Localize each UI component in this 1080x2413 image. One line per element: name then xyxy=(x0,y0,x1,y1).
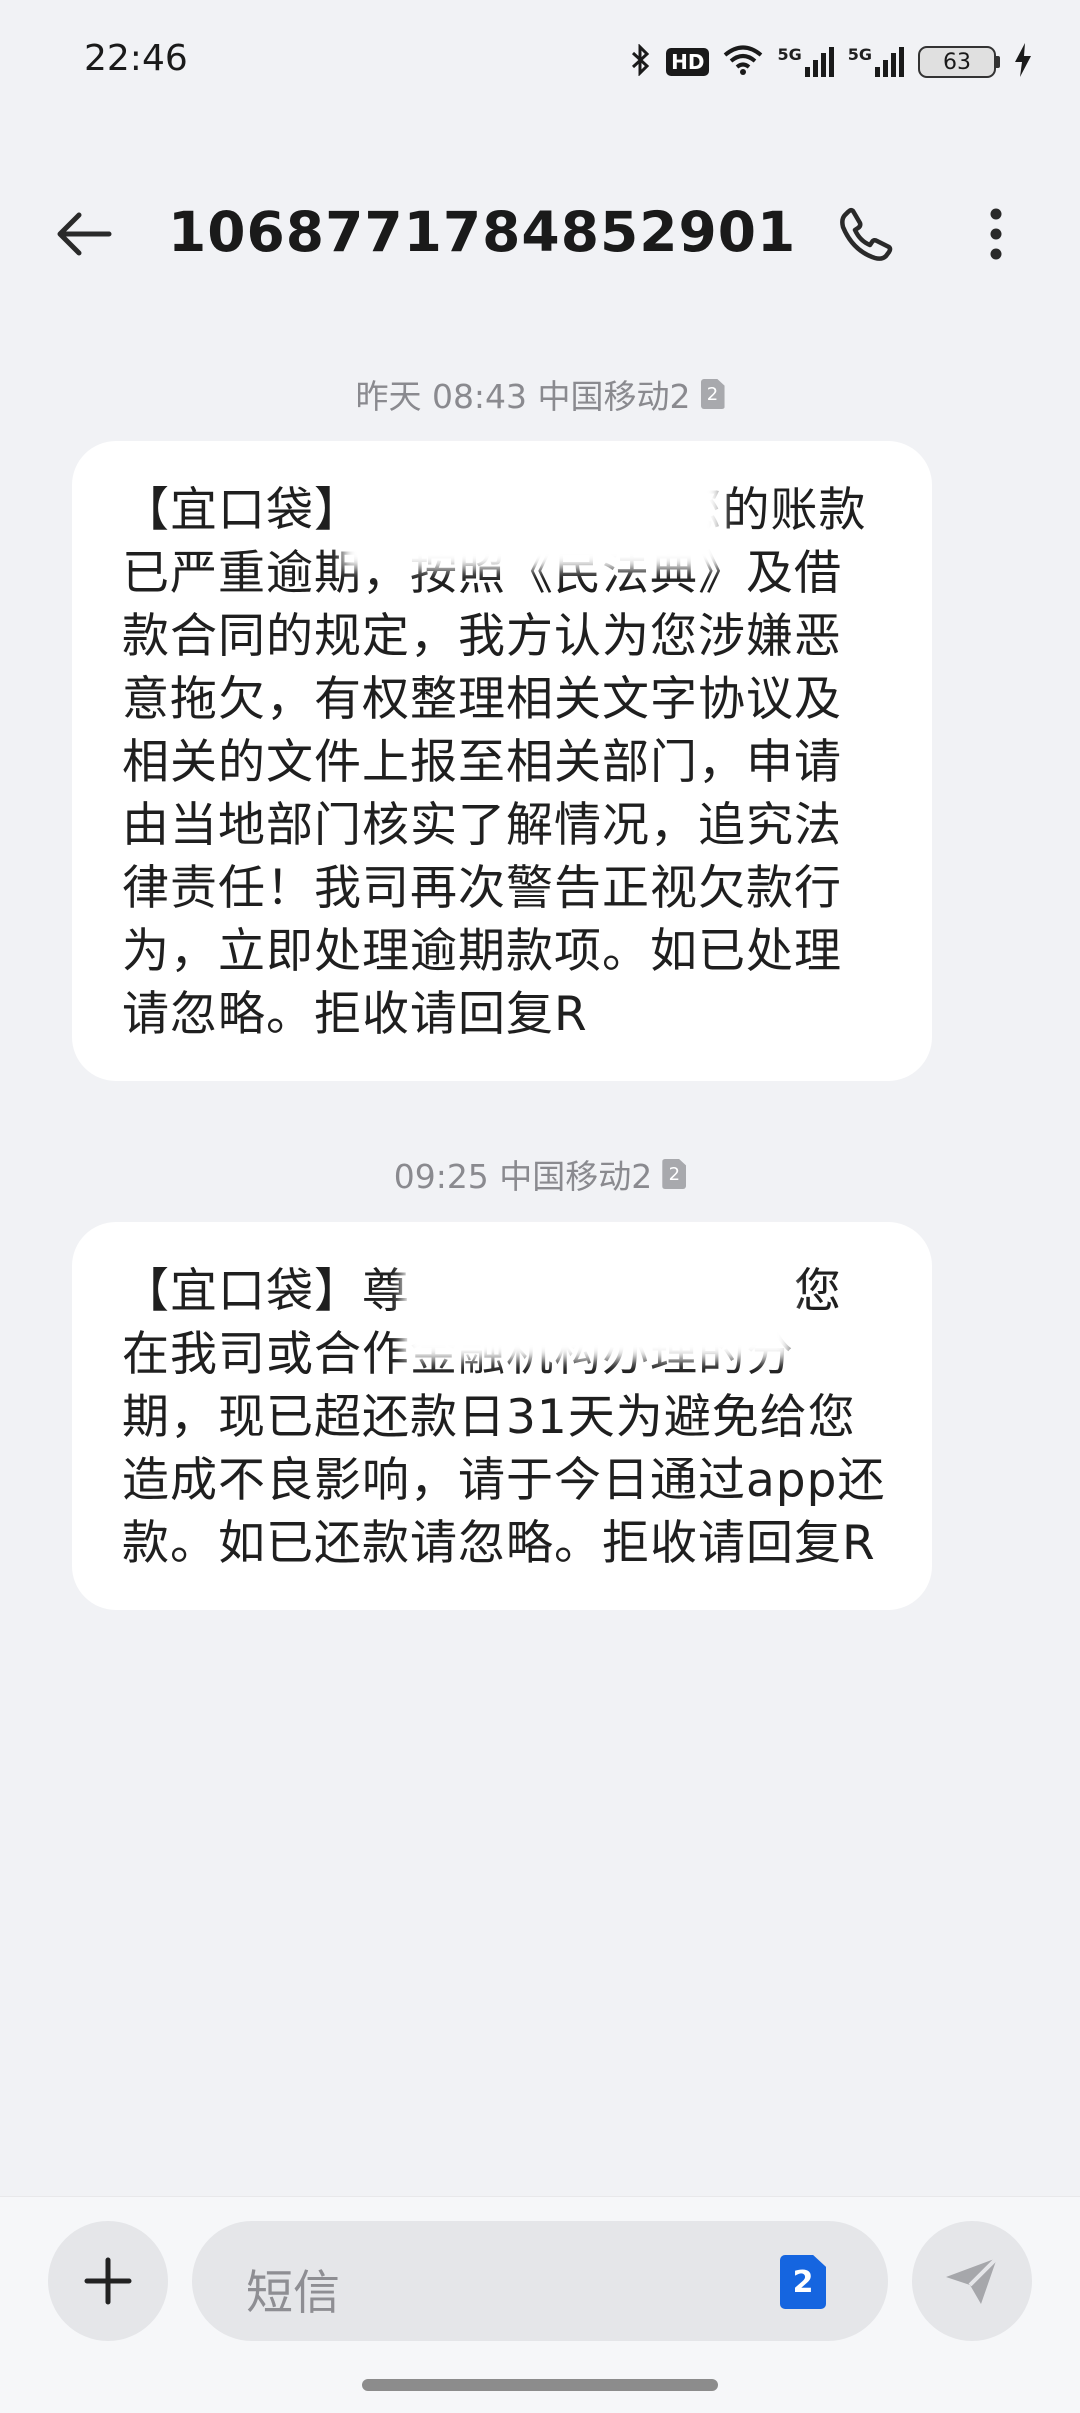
back-button[interactable] xyxy=(44,194,124,274)
more-options-button[interactable] xyxy=(956,194,1036,274)
back-arrow-icon xyxy=(57,212,112,256)
battery-level: 63 xyxy=(918,46,996,78)
compose-bar: 短信 2 xyxy=(0,2196,1080,2413)
bluetooth-icon xyxy=(630,43,652,80)
timestamp-text: 09:25 中国移动2 xyxy=(393,1157,653,1196)
wifi-icon xyxy=(723,44,763,80)
redaction-blur xyxy=(342,449,722,569)
redaction-blur xyxy=(402,1230,792,1360)
charging-icon xyxy=(1014,43,1032,81)
send-button[interactable] xyxy=(912,2221,1032,2341)
network-type-label: 5G xyxy=(777,45,802,64)
sim-select-button[interactable]: 2 xyxy=(780,2255,826,2309)
more-vertical-icon xyxy=(990,208,1002,260)
input-placeholder: 短信 xyxy=(246,2266,340,2321)
signal-5g-icon: 5G xyxy=(777,45,834,77)
call-button[interactable] xyxy=(826,194,906,274)
conversation-header: 1068771784852901 xyxy=(0,170,1080,290)
signal-5g-icon: 5G xyxy=(848,47,904,77)
status-icons: HD 5G 5G 63 xyxy=(630,40,1032,84)
sim-card-icon: 2 xyxy=(662,1159,687,1189)
message-input[interactable]: 短信 2 xyxy=(192,2221,888,2341)
phone-icon xyxy=(840,207,893,261)
status-bar: 22:46 HD 5G 5G 63 xyxy=(0,0,1080,126)
home-indicator[interactable] xyxy=(362,2379,718,2391)
add-attachment-button[interactable] xyxy=(48,2221,168,2341)
hd-voice-icon: HD xyxy=(666,48,710,76)
send-icon xyxy=(946,2256,999,2304)
message-bubble[interactable]: 【宜口袋】尊 户，您在我司或合作金融机构办理的分期，现已超还款日31天为避免给您… xyxy=(72,1222,932,1610)
contact-title: 1068771784852901 xyxy=(168,200,797,264)
sim-card-icon: 2 xyxy=(700,379,725,409)
network-type-label: 5G xyxy=(847,45,872,64)
status-time: 22:46 xyxy=(84,38,188,79)
message-timestamp: 昨天 08:43 中国移动2 2 xyxy=(0,370,1080,418)
message-timestamp: 09:25 中国移动2 2 xyxy=(0,1150,1080,1198)
timestamp-text: 昨天 08:43 中国移动2 xyxy=(355,377,691,416)
battery-icon: 63 xyxy=(918,46,1000,78)
plus-icon xyxy=(84,2257,132,2305)
message-bubble[interactable]: 【宜口袋】 您的账款已严重逾期，按照《民法典》及借款合同的规定，我方认为您涉嫌恶… xyxy=(72,441,932,1081)
